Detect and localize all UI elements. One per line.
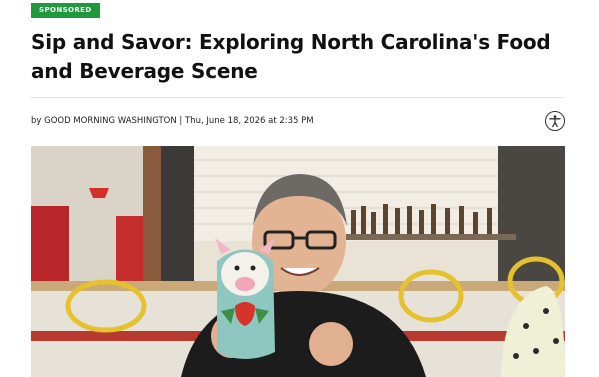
article-byline: by GOOD MORNING WASHINGTON | Thu, June 1…	[31, 116, 314, 126]
article-hero-image[interactable]	[31, 146, 565, 377]
accessibility-button[interactable]	[545, 111, 565, 131]
accessibility-icon	[549, 115, 561, 128]
sponsored-badge: SPONSORED	[31, 3, 100, 18]
divider	[31, 97, 564, 98]
article-title: Sip and Savor: Exploring North Carolina'…	[31, 30, 551, 83]
hero-photo-illustration	[31, 146, 565, 377]
